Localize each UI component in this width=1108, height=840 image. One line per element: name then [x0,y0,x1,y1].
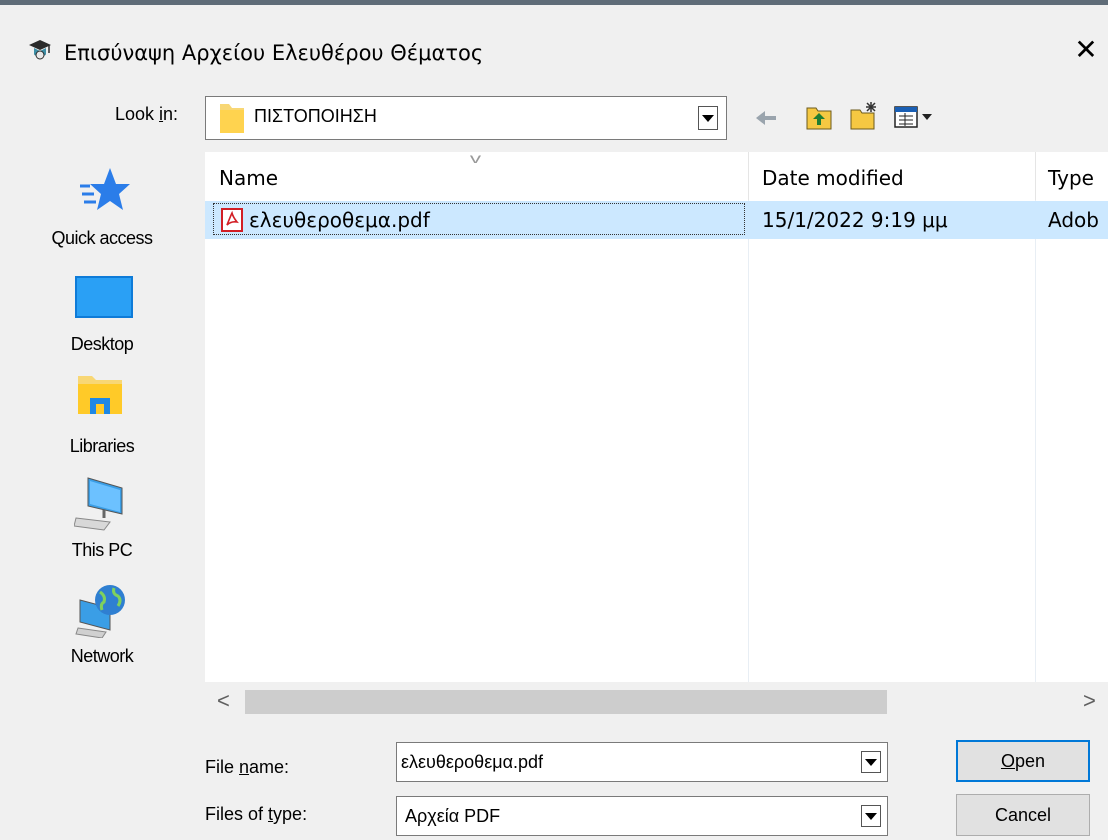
view-menu-icon[interactable] [894,105,934,129]
horizontal-scrollbar[interactable]: < > [205,682,1108,722]
column-header-type[interactable]: Type [1048,152,1094,200]
scroll-left-arrow-icon[interactable]: < [217,688,230,714]
star-icon [80,168,130,210]
file-date-cell: 15/1/2022 9:19 μμ [762,208,948,232]
sidebar-item-label: Quick access [51,228,153,248]
file-name-value: ελευθεροθεμα.pdf [401,752,544,772]
sidebar-item-label: Network [70,646,134,666]
file-type-label: Files of type: [205,804,308,824]
libraries-folder-icon [78,376,122,414]
chevron-down-icon [865,759,877,766]
sidebar-item-this-pc[interactable]: This PC [0,474,204,574]
sort-chevron-icon: v [469,150,482,166]
file-type-dropdown-button[interactable] [861,805,881,827]
back-arrow-icon[interactable] [754,106,778,130]
sidebar-item-label: Desktop [70,334,134,354]
look-in-value: ΠΙΣΤΟΠΟΙΗΣΗ [254,106,377,126]
column-divider[interactable] [748,152,749,200]
column-header-name[interactable]: Name [219,152,278,200]
pdf-icon [221,208,243,232]
computer-icon [74,477,123,531]
new-folder-icon[interactable] [850,102,878,130]
file-type-cell: Adob [1048,208,1099,232]
sidebar-item-label: This PC [71,540,133,560]
file-name-label: File name: [205,757,290,777]
look-in-dropdown-button[interactable] [698,106,718,130]
file-list[interactable]: Name v Date modified Type ελευθεροθεμα.p… [205,150,1108,682]
column-guide [748,200,749,682]
graduation-cap-icon [29,40,51,60]
title-bar: Επισύναψη Αρχείου Ελευθέρου Θέματος ✕ [0,5,1108,77]
desktop-icon [75,276,133,318]
sidebar-item-quick-access[interactable]: Quick access [0,162,204,262]
scrollbar-thumb[interactable] [245,690,887,714]
look-in-label: Look in: [115,104,179,124]
dialog-title: Επισύναψη Αρχείου Ελευθέρου Θέματος [64,41,484,65]
file-type-value: Αρχεία PDF [405,806,501,826]
scroll-right-arrow-icon[interactable]: > [1083,688,1096,714]
places-sidebar: Quick access Desktop Libraries This PC N… [0,152,204,692]
sidebar-item-network[interactable]: Network [0,580,204,680]
network-icon [75,585,125,638]
file-name-combobox[interactable]: ελευθεροθεμα.pdf [396,742,888,782]
sidebar-item-desktop[interactable]: Desktop [0,270,204,370]
look-in-combobox[interactable]: ΠΙΣΤΟΠΟΙΗΣΗ [205,96,727,140]
up-folder-icon[interactable] [806,104,832,130]
file-name-dropdown-button[interactable] [861,751,881,773]
sidebar-item-libraries[interactable]: Libraries [0,372,204,472]
file-type-combobox[interactable]: Αρχεία PDF [396,796,888,836]
close-button[interactable]: ✕ [1071,35,1101,65]
folder-icon [220,104,244,133]
column-header-date-modified[interactable]: Date modified [762,152,904,200]
chevron-down-icon [702,115,714,122]
open-button[interactable]: Open [956,740,1090,782]
file-name-cell: ελευθεροθεμα.pdf [249,208,430,232]
cancel-button[interactable]: Cancel [956,794,1090,836]
column-divider[interactable] [1035,152,1036,200]
sidebar-item-label: Libraries [69,436,135,456]
column-guide [1035,200,1036,682]
chevron-down-icon [865,813,877,820]
